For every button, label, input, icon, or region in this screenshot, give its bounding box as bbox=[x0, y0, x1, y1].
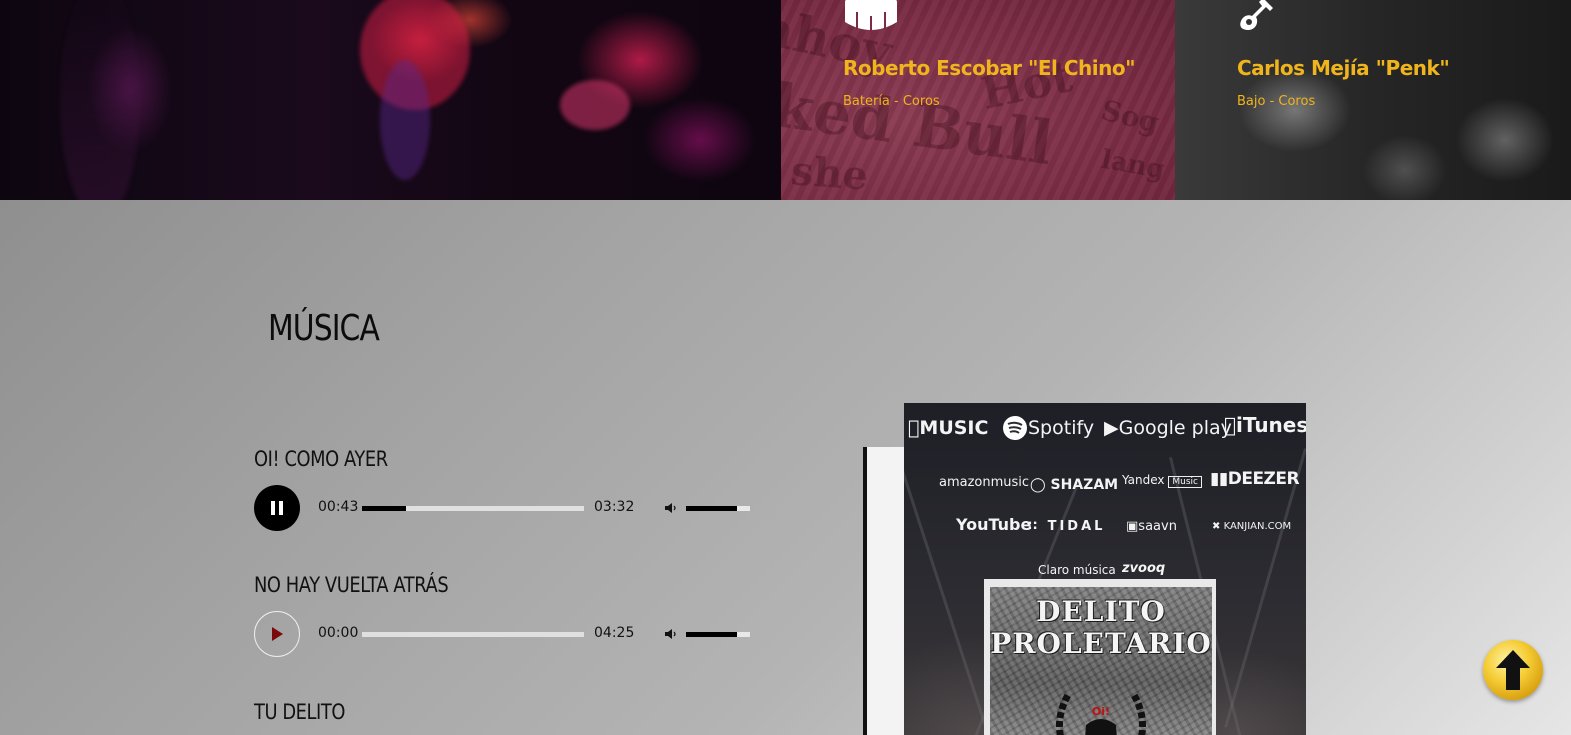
apple-icon:  bbox=[908, 417, 919, 439]
scroll-to-top-button[interactable] bbox=[1483, 640, 1543, 700]
progress-slider[interactable] bbox=[362, 632, 584, 637]
apple-icon:  bbox=[1224, 413, 1236, 437]
equalizer-icon: ▮▮ bbox=[1210, 469, 1228, 489]
track-title: OI! COMO AYER bbox=[254, 447, 388, 471]
member-role: Batería - Coros bbox=[843, 94, 940, 109]
music-section: MÚSICA OI! COMO AYER 00:43 03:32 NO HAY … bbox=[0, 200, 1571, 735]
volume-icon[interactable] bbox=[664, 501, 678, 515]
laurel-wreath-icon: Oi! bbox=[1056, 693, 1146, 735]
track-title: NO HAY VUELTA ATRÁS bbox=[254, 573, 449, 597]
album-artwork[interactable]: MUSIC Spotify ▶Google play iTunes amaz… bbox=[904, 403, 1306, 735]
track-title: TU DELITO bbox=[254, 700, 346, 724]
itunes-logo: iTunes bbox=[1224, 413, 1306, 437]
amazon-music-logo: amazonmusic bbox=[939, 475, 1030, 490]
play-button[interactable] bbox=[254, 611, 300, 657]
kanjian-icon: ✖ bbox=[1212, 521, 1221, 532]
tidal-icon: ∷ bbox=[1028, 519, 1041, 534]
volume-fill bbox=[686, 506, 738, 511]
album-panel-backing bbox=[867, 447, 907, 735]
saavn-icon: ▣ bbox=[1126, 519, 1139, 534]
zvooq-logo: zvooq bbox=[1122, 561, 1166, 576]
google-play-logo: ▶Google play bbox=[1104, 417, 1232, 439]
kanjian-logo: ✖ KANJIAN.COM bbox=[1212, 521, 1292, 532]
pause-button[interactable] bbox=[254, 485, 300, 531]
current-time: 00:00 bbox=[318, 625, 359, 641]
member-card-roberto[interactable]: ahoy ked Bull Hot Sog she lang Roberto E… bbox=[781, 0, 1175, 200]
progress-slider[interactable] bbox=[362, 506, 584, 511]
yandex-music-logo: Yandex Music bbox=[1122, 473, 1202, 488]
member-name: Roberto Escobar "El Chino" bbox=[843, 56, 1136, 80]
track-item: NO HAY VUELTA ATRÁS 00:00 04:25 bbox=[254, 573, 754, 657]
saavn-logo: ▣saavn bbox=[1126, 519, 1177, 534]
shazam-logo: ◯ SHAZAM bbox=[1030, 477, 1119, 493]
tidal-logo: ∷ TIDAL bbox=[1028, 519, 1106, 534]
youtube-logo: YouTube bbox=[956, 515, 1032, 534]
band-live-photo bbox=[0, 0, 781, 220]
apple-music-logo: MUSIC bbox=[908, 417, 988, 439]
pause-icon bbox=[271, 501, 283, 515]
audio-player: 00:00 04:25 bbox=[254, 611, 754, 657]
band-members-strip: ahoy ked Bull Hot Sog she lang Roberto E… bbox=[0, 0, 1571, 220]
duration: 04:25 bbox=[594, 625, 635, 641]
duration: 03:32 bbox=[594, 499, 635, 515]
track-item: OI! COMO AYER 00:43 03:32 bbox=[254, 447, 754, 531]
cover-title-line2: PROLETARIO bbox=[990, 627, 1212, 660]
progress-fill bbox=[362, 506, 407, 511]
current-time: 00:43 bbox=[318, 499, 359, 515]
spotify-logo: Spotify bbox=[1002, 415, 1094, 441]
spotify-icon bbox=[1003, 416, 1027, 440]
claro-musica-logo: Claro música bbox=[1038, 563, 1116, 577]
svg-text:Oi!: Oi! bbox=[1092, 705, 1110, 718]
volume-icon[interactable] bbox=[664, 627, 678, 641]
cover-title-line1: DELITO bbox=[1036, 595, 1166, 628]
arrow-up-icon bbox=[1496, 650, 1530, 690]
section-title: MÚSICA bbox=[268, 308, 380, 349]
volume-slider[interactable] bbox=[686, 506, 750, 511]
audio-player: 00:43 03:32 bbox=[254, 485, 754, 531]
volume-fill bbox=[686, 632, 738, 637]
track-item: TU DELITO bbox=[254, 700, 754, 724]
album-cover: DELITO PROLETARIO Oi! bbox=[990, 587, 1212, 735]
play-icon bbox=[272, 627, 283, 641]
member-name: Carlos Mejía "Penk" bbox=[1237, 56, 1450, 80]
member-role: Bajo - Coros bbox=[1237, 94, 1316, 109]
drum-icon bbox=[845, 0, 897, 34]
member-card-carlos[interactable]: Carlos Mejía "Penk" Bajo - Coros bbox=[1175, 0, 1571, 200]
shazam-icon: ◯ bbox=[1030, 477, 1046, 493]
play-store-icon: ▶ bbox=[1104, 417, 1119, 439]
guitar-icon bbox=[1240, 0, 1273, 30]
volume-slider[interactable] bbox=[686, 632, 750, 637]
deezer-logo: ▮▮DEEZER bbox=[1210, 469, 1300, 489]
